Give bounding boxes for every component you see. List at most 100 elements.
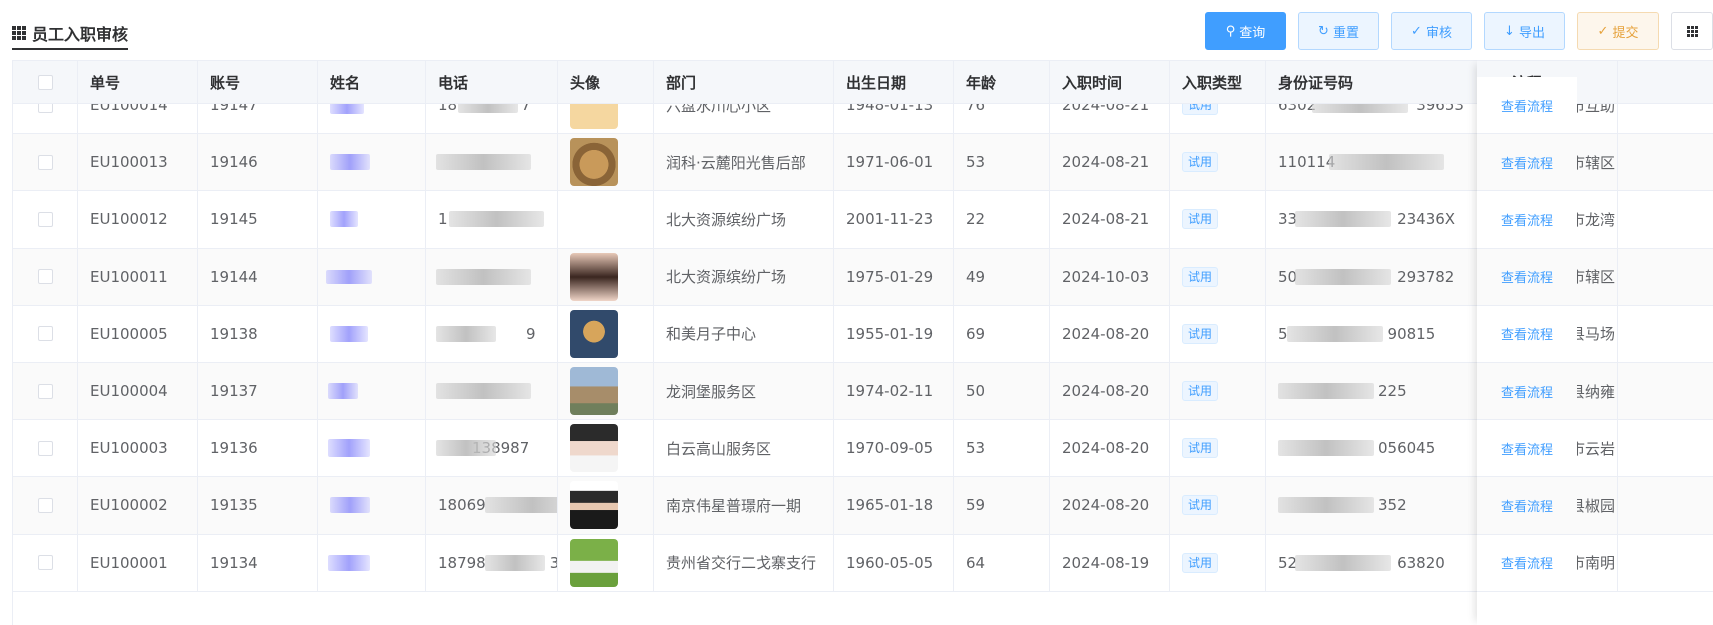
cell-birth-date: 1960-05-05 — [834, 534, 954, 591]
redacted-phone-mask — [449, 211, 544, 228]
view-flow-link[interactable]: 查看流程 — [1501, 324, 1553, 343]
cell-id-number: 52 63820 — [1266, 534, 1483, 591]
cell-avatar — [558, 134, 654, 191]
cell-birth-date: 1955-01-19 — [834, 305, 954, 362]
flow-cell: 查看流程 — [1477, 363, 1577, 421]
table-row[interactable]: EU100002 19135 18069 南京伟星普璟府一期 1965-01-18 59 2… — [13, 477, 1713, 535]
cell-account: 19135 — [198, 477, 318, 534]
cell-account: 19144 — [198, 248, 318, 305]
cell-birth-date: 1974-02-11 — [834, 363, 954, 420]
redacted-phone-mask — [485, 497, 557, 514]
cell-id-number: 110114 — [1266, 134, 1483, 191]
cell-phone: 138987 — [426, 420, 558, 477]
cell-account: 19136 — [198, 420, 318, 477]
row-select-cell — [13, 477, 78, 534]
redacted-phone-mask — [436, 154, 531, 171]
row-checkbox[interactable] — [37, 211, 53, 227]
cell-department: 南京伟星普璟府一期 — [654, 477, 834, 534]
export-button[interactable]: ↓ 导出 — [1484, 12, 1565, 50]
flow-cell: 查看流程 — [1477, 134, 1577, 192]
view-flow-link[interactable]: 查看流程 — [1501, 382, 1553, 401]
cell-join-type: 试用 — [1170, 534, 1266, 591]
redacted-id-mask — [1329, 154, 1444, 171]
redacted-id-mask — [1278, 497, 1374, 514]
cell-phone: 9 — [426, 305, 558, 362]
flow-cell: 查看流程 — [1477, 77, 1577, 135]
cell-age: 69 — [954, 305, 1050, 362]
reset-button[interactable]: ↻ 重置 — [1298, 12, 1379, 50]
cell-department: 和美月子中心 — [654, 305, 834, 362]
flow-cell: 查看流程 — [1477, 305, 1577, 363]
table-row[interactable]: EU100003 19136 138987 白云高山服务区 1970-09-05 53 20… — [13, 420, 1713, 478]
row-checkbox[interactable] — [37, 555, 53, 571]
cell-phone — [426, 134, 558, 191]
cell-age: 49 — [954, 248, 1050, 305]
row-select-cell — [13, 420, 78, 477]
cell-avatar — [558, 248, 654, 305]
cell-id-number: 5 90815 — [1266, 305, 1483, 362]
grid-icon — [1686, 25, 1698, 37]
row-select-cell — [13, 363, 78, 420]
table-row[interactable]: EU100004 19137 龙洞堡服务区 1974-02-11 50 2024-08-2… — [13, 363, 1713, 421]
query-button[interactable]: ⚲ 查询 — [1205, 12, 1286, 50]
cell-name — [318, 134, 426, 191]
refresh-icon: ↻ — [1318, 23, 1329, 39]
table-row[interactable]: EU100013 19146 润科·云麓阳光售后部 1971-06-01 53 2024-… — [13, 134, 1713, 192]
row-checkbox[interactable] — [37, 440, 53, 456]
employee-table: 单号 账号 姓名 电话 头像 部门 出生日期 年龄 入职时间 入职类型 身份证号… — [12, 60, 1713, 625]
cell-join-date: 2024-08-20 — [1050, 363, 1170, 420]
row-checkbox[interactable] — [37, 383, 53, 399]
cell-birth-date: 1965-01-18 — [834, 477, 954, 534]
view-flow-link[interactable]: 查看流程 — [1501, 553, 1553, 572]
review-button[interactable]: ✓ 审核 — [1391, 12, 1472, 50]
view-flow-link[interactable]: 查看流程 — [1501, 153, 1553, 172]
submit-button[interactable]: ✓ 提交 — [1577, 12, 1659, 50]
row-checkbox[interactable] — [37, 326, 53, 342]
cell-id-number: 056045 — [1266, 420, 1483, 477]
cell-birth-date: 1970-09-05 — [834, 420, 954, 477]
row-checkbox[interactable] — [37, 497, 53, 513]
join-type-tag: 试用 — [1182, 152, 1219, 173]
toolbar: ⚲ 查询 ↻ 重置 ✓ 审核 ↓ 导出 ✓ 提交 — [1205, 12, 1713, 50]
cell-join-type: 试用 — [1170, 477, 1266, 534]
cell-account: 19138 — [198, 305, 318, 362]
cell-avatar — [558, 305, 654, 362]
cell-birth-date: 2001-11-23 — [834, 191, 954, 248]
cell-order-no: EU100012 — [78, 191, 198, 248]
cell-department: 北大资源缤纷广场 — [654, 248, 834, 305]
join-type-tag: 试用 — [1182, 552, 1219, 573]
avatar — [570, 138, 618, 187]
header-department: 部门 — [654, 61, 834, 103]
table-row[interactable]: EU100011 19144 北大资源缤纷广场 1975-01-29 49 2024-10… — [13, 248, 1713, 306]
table-header: 单号 账号 姓名 电话 头像 部门 出生日期 年龄 入职时间 入职类型 身份证号… — [13, 60, 1713, 104]
table-row[interactable]: EU100005 19138 9 和美月子中心 1955-01-19 69 2024-08-… — [13, 305, 1713, 363]
grid-icon — [12, 26, 26, 40]
view-flow-link[interactable]: 查看流程 — [1501, 96, 1553, 115]
cell-department: 龙洞堡服务区 — [654, 363, 834, 420]
view-flow-link[interactable]: 查看流程 — [1501, 267, 1553, 286]
cell-name — [318, 305, 426, 362]
avatar — [570, 538, 618, 587]
cell-department: 润科·云麓阳光售后部 — [654, 134, 834, 191]
redacted-phone-mask — [436, 383, 531, 400]
cell-account: 19146 — [198, 134, 318, 191]
row-checkbox[interactable] — [37, 154, 53, 170]
cell-age: 53 — [954, 420, 1050, 477]
cell-order-no: EU100005 — [78, 305, 198, 362]
view-flow-link[interactable]: 查看流程 — [1501, 439, 1553, 458]
table-row[interactable]: EU10000119134 1879836 贵州省交行二戈寨支行1960-05-05… — [13, 534, 1713, 592]
cell-phone — [426, 363, 558, 420]
avatar — [570, 424, 618, 473]
redacted-phone-mask — [436, 440, 496, 457]
column-settings-button[interactable] — [1671, 12, 1713, 50]
join-type-tag: 试用 — [1182, 495, 1219, 516]
row-checkbox[interactable] — [37, 269, 53, 285]
redacted-name-mask — [330, 497, 370, 514]
header-birth-date: 出生日期 — [834, 61, 954, 103]
view-flow-link[interactable]: 查看流程 — [1501, 210, 1553, 229]
select-all-checkbox[interactable] — [37, 74, 53, 90]
table-row[interactable]: EU100012 19145 1 北大资源缤纷广场 2001-11-23 22 2024-0… — [13, 191, 1713, 249]
cell-name — [318, 420, 426, 477]
view-flow-link[interactable]: 查看流程 — [1501, 496, 1553, 515]
cell-join-type: 试用 — [1170, 363, 1266, 420]
